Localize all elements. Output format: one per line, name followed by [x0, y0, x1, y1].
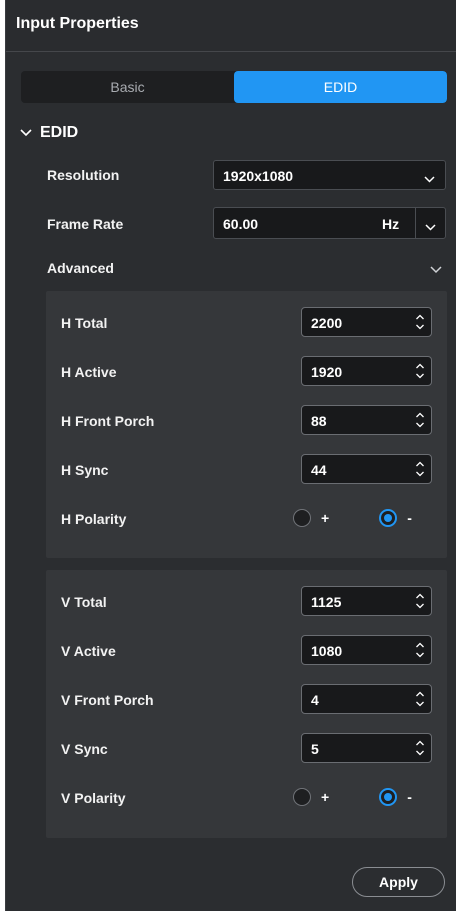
- spin-arrows-icon[interactable]: [415, 739, 425, 760]
- vertical-timing-group: V Total 1125 V Active 1080 V Front Porch…: [46, 570, 447, 838]
- v-active-value: 1080: [311, 643, 343, 659]
- apply-button[interactable]: Apply: [352, 867, 445, 897]
- v-sync-value: 5: [311, 741, 319, 757]
- input-properties-panel: Input Properties Basic EDID EDID Resolut…: [5, 0, 456, 911]
- tab-edid[interactable]: EDID: [234, 71, 447, 103]
- v-polarity-plus-radio[interactable]: [293, 788, 311, 806]
- edid-section-toggle[interactable]: EDID: [20, 123, 78, 143]
- h-total-label: H Total: [61, 315, 108, 331]
- spin-arrows-icon[interactable]: [415, 690, 425, 711]
- v-front-porch-label: V Front Porch: [61, 692, 154, 708]
- v-active-label: V Active: [61, 643, 116, 659]
- advanced-label: Advanced: [47, 260, 114, 276]
- v-polarity-plus-label: +: [321, 789, 330, 805]
- h-front-porch-value: 88: [311, 413, 327, 429]
- v-front-porch-spinbox[interactable]: 4: [301, 684, 432, 714]
- frame-rate-value: 60.00: [223, 216, 259, 232]
- spin-arrows-icon[interactable]: [415, 313, 425, 334]
- v-polarity-minus-label: -: [407, 789, 412, 805]
- v-front-porch-value: 4: [311, 692, 319, 708]
- resolution-label: Resolution: [47, 167, 120, 183]
- h-front-porch-label: H Front Porch: [61, 413, 155, 429]
- h-active-spinbox[interactable]: 1920: [301, 356, 432, 386]
- h-total-value: 2200: [311, 315, 343, 331]
- h-total-spinbox[interactable]: 2200: [301, 307, 432, 337]
- horizontal-timing-group: H Total 2200 H Active 1920 H Front Porch…: [46, 291, 447, 558]
- v-polarity-label: V Polarity: [61, 790, 126, 806]
- h-polarity-radio-group: + -: [293, 509, 412, 527]
- spin-arrows-icon[interactable]: [415, 641, 425, 662]
- h-active-label: H Active: [61, 364, 117, 380]
- resolution-value: 1920x1080: [223, 168, 294, 184]
- v-active-spinbox[interactable]: 1080: [301, 635, 432, 665]
- v-total-spinbox[interactable]: 1125: [301, 586, 432, 616]
- divider: [415, 208, 416, 238]
- advanced-chevron-down-icon[interactable]: [430, 262, 442, 277]
- frame-rate-combo[interactable]: 60.00 Hz: [213, 207, 446, 239]
- v-sync-label: V Sync: [61, 741, 108, 757]
- v-polarity-minus-radio[interactable]: [379, 788, 398, 806]
- chevron-down-icon: [424, 171, 435, 186]
- tab-bar: Basic EDID: [21, 71, 447, 103]
- resolution-select[interactable]: 1920x1080: [213, 160, 446, 190]
- spin-arrows-icon[interactable]: [415, 460, 425, 481]
- h-polarity-label: H Polarity: [61, 511, 127, 527]
- tab-basic[interactable]: Basic: [21, 71, 234, 103]
- h-sync-label: H Sync: [61, 462, 109, 478]
- h-sync-spinbox[interactable]: 44: [301, 454, 432, 484]
- v-polarity-radio-group: + -: [293, 788, 412, 806]
- panel-header: Input Properties: [6, 0, 456, 52]
- h-active-value: 1920: [311, 364, 343, 380]
- v-total-value: 1125: [311, 594, 342, 610]
- edid-section-title: EDID: [40, 124, 79, 141]
- v-sync-spinbox[interactable]: 5: [301, 733, 432, 763]
- frame-rate-unit: Hz: [382, 216, 400, 232]
- h-polarity-plus-radio[interactable]: [293, 509, 311, 527]
- h-polarity-minus-radio[interactable]: [379, 509, 398, 527]
- spin-arrows-icon[interactable]: [415, 362, 425, 383]
- frame-rate-label: Frame Rate: [47, 216, 124, 232]
- v-total-label: V Total: [61, 594, 107, 610]
- chevron-down-icon: [20, 129, 32, 137]
- chevron-down-icon[interactable]: [425, 219, 436, 234]
- h-polarity-plus-label: +: [321, 510, 330, 526]
- h-sync-value: 44: [311, 462, 327, 478]
- h-polarity-minus-label: -: [407, 510, 412, 526]
- panel-title: Input Properties: [16, 15, 139, 32]
- h-front-porch-spinbox[interactable]: 88: [301, 405, 432, 435]
- spin-arrows-icon[interactable]: [415, 411, 425, 432]
- spin-arrows-icon[interactable]: [415, 592, 425, 613]
